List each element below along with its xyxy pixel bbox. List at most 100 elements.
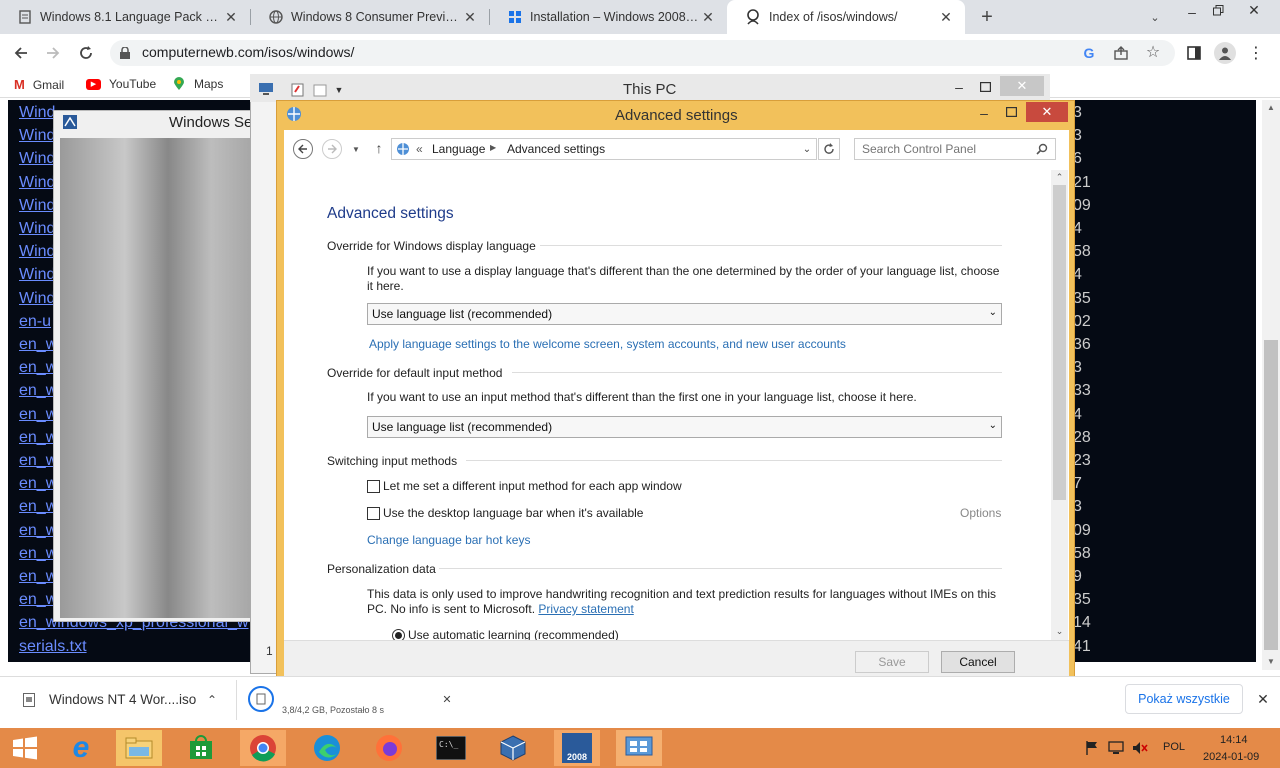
this-pc-close-icon[interactable]: ✕ — [1000, 76, 1044, 96]
options-link[interactable]: Options — [960, 506, 1001, 520]
directory-link[interactable]: serials.txt — [19, 638, 87, 656]
recent-locations-icon[interactable]: ▼ — [350, 142, 362, 156]
clock-time[interactable]: 14:14 — [1220, 734, 1248, 746]
taskbar-store[interactable] — [178, 730, 224, 766]
per-app-input-checkbox[interactable] — [367, 480, 380, 493]
google-icon[interactable]: G — [1080, 44, 1098, 62]
privacy-statement-link[interactable]: Privacy statement — [538, 602, 633, 616]
breadcrumb-prefix[interactable]: « — [416, 142, 423, 156]
scroll-down-icon[interactable]: ▼ — [1264, 656, 1278, 666]
start-button[interactable] — [2, 730, 48, 766]
chevron-up-icon[interactable]: ⌃ — [204, 692, 220, 708]
share-icon[interactable] — [1112, 44, 1130, 62]
url-text[interactable]: computernewb.com/isos/windows/ — [142, 44, 354, 60]
directory-link[interactable]: en-u — [19, 313, 51, 331]
minimize-icon[interactable]: – — [1180, 4, 1204, 20]
clock-date[interactable]: 2024-01-09 — [1203, 751, 1259, 763]
desktop-language-bar-label[interactable]: Use the desktop language bar when it's a… — [383, 506, 643, 520]
chrome-menu-icon[interactable]: ⋮ — [1248, 42, 1264, 64]
content-scroll-thumb[interactable] — [1053, 185, 1066, 500]
advanced-maximize-icon[interactable] — [1002, 104, 1020, 120]
lock-icon[interactable] — [118, 45, 132, 61]
display-language-select[interactable]: Use language list (recommended) ⌄ — [367, 303, 1002, 325]
volume-muted-icon[interactable] — [1132, 741, 1148, 755]
taskbar-vm-2008[interactable]: 2008 — [554, 730, 600, 766]
refresh-icon[interactable] — [818, 138, 840, 160]
breadcrumb-advanced[interactable]: Advanced settings — [507, 142, 605, 156]
input-language-indicator[interactable]: POL — [1163, 741, 1185, 753]
advanced-minimize-icon[interactable]: – — [975, 104, 993, 122]
close-window-icon[interactable]: ✕ — [1242, 2, 1266, 18]
bookmark-gmail[interactable]: M Gmail — [14, 77, 64, 92]
directory-link[interactable]: Wind — [19, 290, 55, 308]
directory-link[interactable]: en_w — [19, 591, 57, 609]
close-tab-icon[interactable]: ✕ — [699, 9, 717, 26]
new-folder-icon[interactable] — [312, 82, 328, 98]
new-tab-button[interactable]: + — [976, 6, 998, 28]
advanced-close-icon[interactable]: ✕ — [1026, 102, 1068, 122]
network-icon[interactable] — [1108, 741, 1124, 755]
breadcrumb-language[interactable]: Language — [432, 142, 485, 156]
profile-avatar-icon[interactable] — [1214, 42, 1236, 64]
directory-link[interactable]: en_w — [19, 498, 57, 516]
breadcrumb-dropdown-icon[interactable]: ⌄ — [800, 142, 814, 156]
this-pc-minimize-icon[interactable]: – — [950, 78, 968, 96]
directory-link[interactable]: Wind — [19, 104, 55, 122]
nav-forward-icon[interactable] — [322, 139, 342, 159]
directory-link[interactable]: en_w — [19, 545, 57, 563]
directory-link[interactable]: en_w — [19, 475, 57, 493]
breadcrumb-separator-icon[interactable]: ▶ — [490, 143, 496, 152]
directory-link[interactable]: Wind — [19, 174, 55, 192]
tab-installation[interactable]: Installation – Windows 2008 R2 V ✕ — [490, 0, 727, 34]
directory-link[interactable]: Wind — [19, 127, 55, 145]
directory-link[interactable]: Wind — [19, 220, 55, 238]
apply-welcome-screen-link[interactable]: Apply language settings to the welcome s… — [369, 337, 846, 351]
page-scroll-thumb[interactable] — [1264, 340, 1278, 650]
show-all-downloads-button[interactable]: Pokaż wszystkie — [1125, 684, 1243, 714]
directory-link[interactable]: en_w — [19, 429, 57, 447]
bookmark-maps[interactable]: Maps — [172, 77, 223, 91]
taskbar-cmd[interactable]: C:\_ — [428, 730, 474, 766]
input-method-select[interactable]: Use language list (recommended) ⌄ — [367, 416, 1002, 438]
nav-back-icon[interactable] — [293, 139, 313, 159]
side-panel-icon[interactable] — [1185, 44, 1203, 62]
directory-link[interactable]: Wind — [19, 243, 55, 261]
scroll-up-icon[interactable]: ▲ — [1264, 102, 1278, 112]
vm-screen-content[interactable] — [60, 138, 276, 618]
restore-icon[interactable] — [1208, 2, 1228, 18]
bookmark-star-icon[interactable]: ☆ — [1144, 43, 1162, 61]
save-button[interactable]: Save — [855, 651, 929, 673]
taskbar-control-panel[interactable] — [616, 730, 662, 766]
directory-link[interactable]: en_w — [19, 522, 57, 540]
close-tab-icon[interactable]: ✕ — [222, 9, 240, 26]
directory-link[interactable]: Wind — [19, 150, 55, 168]
tab-search-chevron-icon[interactable]: ⌄ — [1145, 8, 1165, 26]
tab-language-pack[interactable]: Windows 8.1 Language Pack with ✕ — [0, 0, 250, 34]
desktop-language-bar-checkbox[interactable] — [367, 507, 380, 520]
close-tab-icon[interactable]: ✕ — [937, 9, 955, 26]
forward-icon[interactable] — [42, 42, 64, 64]
tab-index-isos[interactable]: Index of /isos/windows/ ✕ — [727, 0, 965, 34]
close-downloads-icon[interactable]: ✕ — [1254, 690, 1272, 708]
download-file1-name[interactable]: Windows NT 4 Wor....iso — [49, 692, 196, 707]
directory-link[interactable]: en_w — [19, 359, 57, 377]
change-hotkeys-link[interactable]: Change language bar hot keys — [367, 533, 530, 547]
directory-link[interactable]: en_w — [19, 336, 57, 354]
properties-icon[interactable] — [290, 82, 306, 98]
taskbar-explorer[interactable] — [116, 730, 162, 766]
tab-consumer-preview[interactable]: Windows 8 Consumer Preview (x ✕ — [251, 0, 489, 34]
taskbar-firefox[interactable] — [366, 730, 412, 766]
search-icon[interactable] — [1034, 142, 1050, 156]
back-icon[interactable] — [10, 42, 32, 64]
search-control-panel-input[interactable] — [854, 138, 1056, 160]
per-app-input-label[interactable]: Let me set a different input method for … — [383, 479, 682, 493]
this-pc-maximize-icon[interactable] — [976, 78, 994, 96]
quick-access-dropdown-icon[interactable]: ▼ — [333, 82, 345, 98]
up-level-icon[interactable]: ↑ — [372, 140, 386, 156]
directory-link[interactable]: Wind — [19, 266, 55, 284]
flag-icon[interactable] — [1085, 741, 1099, 755]
directory-link[interactable]: en_w — [19, 452, 57, 470]
taskbar-virtualbox[interactable] — [490, 730, 536, 766]
content-scroll-down-icon[interactable]: ⌄ — [1053, 625, 1066, 637]
close-tab-icon[interactable]: ✕ — [461, 9, 479, 26]
